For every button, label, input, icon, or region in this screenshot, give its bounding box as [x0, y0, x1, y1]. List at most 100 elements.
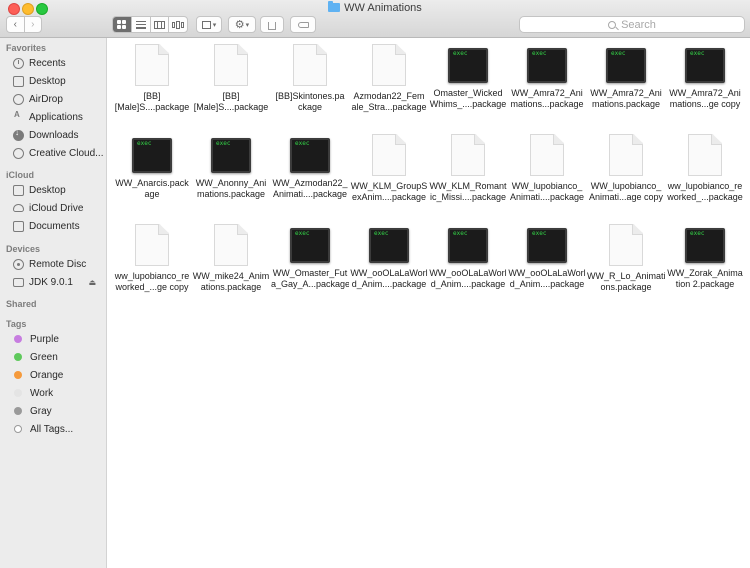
desktop-icon [13, 75, 24, 87]
file-item[interactable]: [BB] [Male]S....package [192, 44, 270, 115]
terminal-exec-icon: exec [369, 228, 409, 263]
sidebar-item-label: Creative Cloud... [29, 147, 104, 159]
sidebar-item-label: Recents [29, 57, 66, 69]
cover-flow-icon [172, 20, 185, 29]
tag-color-dot [14, 353, 22, 361]
sidebar-item-tag-work[interactable]: Work [13, 384, 105, 402]
sidebar-item-label: Gray [30, 405, 52, 417]
window-title-text: WW Animations [344, 2, 422, 14]
sidebar-item-creative-cloud[interactable]: Creative Cloud... [13, 144, 105, 162]
terminal-exec-icon: exec [606, 48, 646, 83]
sidebar-section-tags: Tags [6, 319, 27, 329]
columns-icon [153, 20, 165, 29]
file-item[interactable]: exec WW_Zorak_Anima tion 2.package [666, 224, 744, 292]
file-name: WW_Omaster_Fut a_Gay_A...package [271, 268, 349, 289]
terminal-exec-icon: exec [290, 228, 330, 263]
file-name: WW_Anarcis.pack age [115, 178, 189, 199]
back-button[interactable]: ‹ [7, 17, 24, 32]
file-item[interactable]: WW_R_Lo_Animati ons.package [587, 224, 665, 295]
folder-icon [328, 1, 341, 12]
sidebar-item-documents[interactable]: Documents [13, 217, 105, 235]
downloads-icon [13, 128, 24, 141]
window-title: WW Animations [0, 1, 750, 15]
chevron-down-icon: ▾ [212, 21, 217, 29]
sidebar-item-desktop[interactable]: Desktop [13, 72, 105, 90]
blank-document-icon [451, 134, 485, 176]
sidebar-item-label: Orange [30, 369, 64, 381]
group-by-button[interactable]: ▾ [196, 16, 222, 33]
file-item[interactable]: exec WW_Azmodan22_ Animati....package [271, 134, 349, 202]
tag-color-dot [14, 407, 22, 415]
tag-color-dot [14, 425, 22, 433]
eject-icon[interactable]: ⏏ [88, 278, 96, 287]
file-item[interactable]: ww_lupobianco_re worked_...ge copy [113, 224, 191, 295]
blank-document-icon [135, 224, 169, 266]
file-item[interactable]: exec WW_ooOLaLaWorl d_Anim....package [429, 224, 507, 292]
forward-button[interactable]: › [23, 17, 42, 32]
tag-color-dot [14, 389, 22, 397]
column-view-button[interactable] [149, 17, 169, 32]
sidebar-item-icloud-desktop[interactable]: Desktop [13, 181, 105, 199]
file-item[interactable]: exec WW_ooOLaLaWorl d_Anim....package [350, 224, 428, 292]
file-item[interactable]: exec Omaster_Wicked Whims_....package [429, 44, 507, 112]
sidebar-item-applications[interactable]: Applications [13, 108, 105, 126]
sidebar-item-tag-all-tags[interactable]: All Tags... [13, 420, 105, 438]
sidebar-section-devices: Devices [6, 244, 41, 254]
sidebar-item-remote-disc[interactable]: Remote Disc [13, 255, 105, 273]
sidebar-item-label: Desktop [29, 184, 66, 196]
sidebar-item-label: Work [30, 387, 54, 399]
list-view-button[interactable] [130, 17, 150, 32]
clock-icon [13, 57, 24, 69]
file-item[interactable]: exec WW_Amra72_Ani mations.package [587, 44, 665, 112]
sidebar-item-tag-gray[interactable]: Gray [13, 402, 105, 420]
file-item[interactable]: ww_lupobianco_re worked_...package [666, 134, 744, 205]
sidebar-item-tag-green[interactable]: Green [13, 348, 105, 366]
sidebar: Favorites Recents Desktop AirDrop Applic… [0, 38, 107, 568]
airdrop-icon [13, 93, 24, 105]
cloud-icon [13, 204, 24, 212]
sidebar-item-airdrop[interactable]: AirDrop [13, 90, 105, 108]
file-item[interactable]: [BB]Skintones.pa ckage [271, 44, 349, 115]
terminal-exec-icon: exec [132, 138, 172, 173]
blank-document-icon [609, 224, 643, 266]
terminal-exec-icon: exec [211, 138, 251, 173]
file-item[interactable]: exec WW_Anonny_Ani mations.package [192, 134, 270, 202]
sidebar-item-icloud-drive[interactable]: iCloud Drive [13, 199, 105, 217]
share-icon [268, 21, 276, 30]
file-item[interactable]: WW_KLM_GroupS exAnim....package [350, 134, 428, 205]
blank-document-icon [293, 44, 327, 86]
terminal-exec-icon: exec [685, 48, 725, 83]
file-item[interactable]: WW_lupobianco_ Animati...age copy [587, 134, 665, 205]
terminal-exec-icon: exec [685, 228, 725, 263]
sidebar-item-label: Remote Disc [29, 258, 87, 270]
grid-icon [117, 20, 127, 29]
file-name: WW_ooOLaLaWorl d_Anim....package [429, 268, 507, 289]
file-item[interactable]: [BB] [Male]S....package [113, 44, 191, 115]
action-menu-button[interactable]: ⚙ ▾ [228, 16, 256, 33]
toolbar: WW Animations ‹ › ▾ ⚙ ▾ Search [0, 0, 750, 38]
file-item[interactable]: exec WW_Amra72_Ani mations...package [508, 44, 586, 112]
file-item[interactable]: WW_KLM_Romant ic_Missi....package [429, 134, 507, 205]
sidebar-item-downloads[interactable]: Downloads [13, 126, 105, 144]
sidebar-item-jdk[interactable]: JDK 9.0.1 ⏏ [13, 273, 105, 291]
icon-view-button[interactable] [113, 17, 131, 32]
file-item[interactable]: WW_lupobianco_ Animati....package [508, 134, 586, 205]
sidebar-item-tag-orange[interactable]: Orange [13, 366, 105, 384]
file-name: WW_R_Lo_Animati ons.package [587, 271, 665, 292]
search-field[interactable]: Search [519, 16, 745, 33]
file-item[interactable]: exec WW_Anarcis.pack age [113, 134, 191, 202]
share-button[interactable] [260, 16, 284, 33]
file-item[interactable]: Azmodan22_Fem ale_Stra...package [350, 44, 428, 115]
blank-document-icon [609, 134, 643, 176]
file-item[interactable]: WW_mike24_Anim ations.package [192, 224, 270, 295]
sidebar-item-tag-purple[interactable]: Purple [13, 330, 105, 348]
file-name: WW_Amra72_Ani mations...package [510, 88, 584, 109]
cover-flow-button[interactable] [168, 17, 187, 32]
file-item[interactable]: exec WW_Omaster_Fut a_Gay_A...package [271, 224, 349, 292]
blank-document-icon [214, 44, 248, 86]
sidebar-item-recents[interactable]: Recents [13, 54, 105, 72]
file-item[interactable]: exec WW_ooOLaLaWorl d_Anim....package [508, 224, 586, 292]
file-item[interactable]: exec WW_Amra72_Ani mations...ge copy [666, 44, 744, 112]
sidebar-item-label: iCloud Drive [29, 202, 84, 214]
tag-button[interactable] [290, 16, 316, 33]
